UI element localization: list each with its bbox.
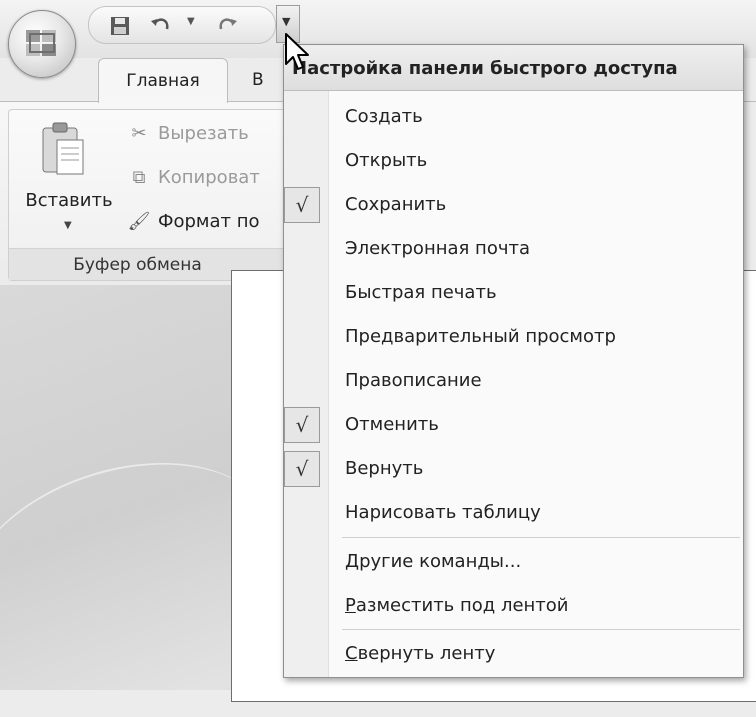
paintbrush-icon: 🖌 — [127, 211, 151, 232]
menu-item-email[interactable]: Электронная почта — [284, 227, 743, 271]
save-icon[interactable] — [109, 15, 131, 37]
menu-item-more-commands[interactable]: Другие команды... — [284, 540, 743, 584]
office-logo-icon — [26, 30, 56, 56]
menu-item-save[interactable]: √ Сохранить — [284, 183, 743, 227]
paste-dropdown-icon[interactable]: ▼ — [64, 220, 72, 231]
tab-home[interactable]: Главная — [98, 58, 228, 103]
format-painter-button[interactable]: 🖌 Формат по — [126, 208, 260, 236]
checkmark-icon: √ — [284, 451, 320, 487]
mouse-cursor-icon — [285, 33, 309, 70]
menu-item-redo[interactable]: √ Вернуть — [284, 447, 743, 491]
ribbon: Вставить ▼ ✂ Вырезать ⧉ Копироват 🖌 Формат … — [0, 101, 296, 286]
undo-icon[interactable] — [149, 15, 171, 37]
office-button[interactable] — [8, 10, 76, 78]
clipboard-group: Вставить ▼ ✂ Вырезать ⧉ Копироват 🖌 Формат … — [8, 109, 296, 281]
menu-item-new[interactable]: Создать — [284, 95, 743, 139]
cut-button[interactable]: ✂ Вырезать — [126, 120, 248, 148]
checkmark-icon: √ — [284, 187, 320, 223]
menu-item-spelling[interactable]: Правописание — [284, 359, 743, 403]
copy-button[interactable]: ⧉ Копироват — [126, 164, 260, 192]
paste-button-label[interactable]: Вставить — [19, 190, 119, 211]
menu-item-minimize-ribbon[interactable]: Свернуть ленту — [284, 632, 743, 676]
menu-item-undo[interactable]: √ Отменить — [284, 403, 743, 447]
ribbon-edge — [742, 101, 756, 286]
customize-dropdown-icon: ▼ — [282, 15, 291, 28]
menu-title: Настройка панели быстрого доступа — [284, 45, 743, 91]
menu-separator — [342, 537, 740, 538]
redo-icon[interactable] — [217, 15, 239, 37]
menu-item-draw-table[interactable]: Нарисовать таблицу — [284, 491, 743, 535]
customize-qat-menu: Настройка панели быстрого доступа Создат… — [283, 44, 744, 678]
paste-icon[interactable] — [39, 120, 87, 180]
undo-dropdown-icon[interactable]: ▼ — [187, 16, 195, 27]
scissors-icon: ✂ — [131, 123, 147, 144]
copy-icon: ⧉ — [132, 167, 146, 188]
checkmark-icon: √ — [284, 407, 320, 443]
quick-access-toolbar: ▼ — [88, 6, 276, 44]
menu-separator — [342, 629, 740, 630]
menu-item-place-below-ribbon[interactable]: Разместить под лентой — [284, 584, 743, 628]
menu-item-quick-print[interactable]: Быстрая печать — [284, 271, 743, 315]
menu-item-open[interactable]: Открыть — [284, 139, 743, 183]
menu-item-print-preview[interactable]: Предварительный просмотр — [284, 315, 743, 359]
